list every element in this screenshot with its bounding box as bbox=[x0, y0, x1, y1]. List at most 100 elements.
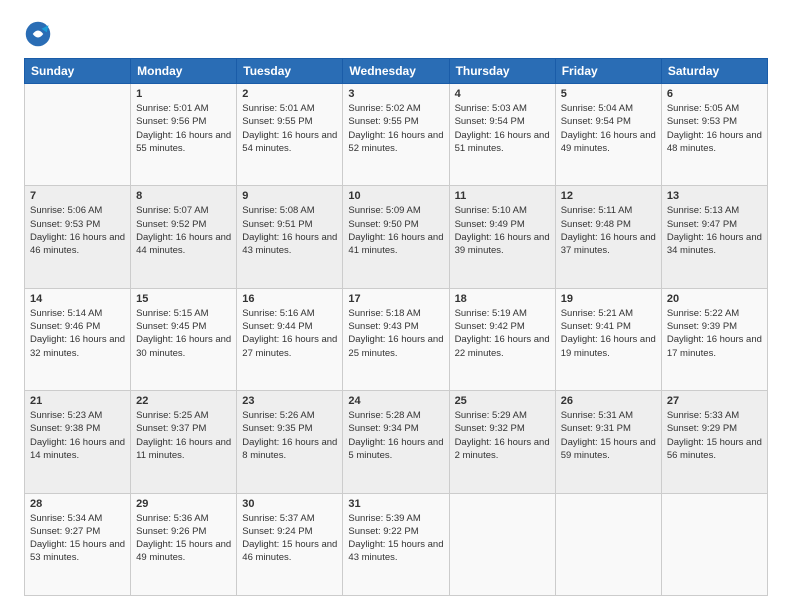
calendar-day-cell bbox=[661, 493, 767, 595]
calendar-week-row: 28 Sunrise: 5:34 AMSunset: 9:27 PMDaylig… bbox=[25, 493, 768, 595]
day-number: 25 bbox=[455, 395, 550, 407]
day-number: 24 bbox=[348, 395, 443, 407]
page: SundayMondayTuesdayWednesdayThursdayFrid… bbox=[0, 0, 792, 612]
day-number: 2 bbox=[242, 88, 337, 100]
day-detail: Sunrise: 5:21 AMSunset: 9:41 PMDaylight:… bbox=[561, 307, 656, 360]
day-number: 1 bbox=[136, 88, 231, 100]
day-number: 9 bbox=[242, 190, 337, 202]
day-number: 31 bbox=[348, 498, 443, 510]
day-of-week-header: Thursday bbox=[449, 59, 555, 84]
day-detail: Sunrise: 5:16 AMSunset: 9:44 PMDaylight:… bbox=[242, 307, 337, 360]
day-detail: Sunrise: 5:31 AMSunset: 9:31 PMDaylight:… bbox=[561, 409, 656, 462]
day-detail: Sunrise: 5:25 AMSunset: 9:37 PMDaylight:… bbox=[136, 409, 231, 462]
day-number: 12 bbox=[561, 190, 656, 202]
calendar-day-cell: 12 Sunrise: 5:11 AMSunset: 9:48 PMDaylig… bbox=[555, 186, 661, 288]
day-number: 29 bbox=[136, 498, 231, 510]
day-number: 17 bbox=[348, 293, 443, 305]
calendar: SundayMondayTuesdayWednesdayThursdayFrid… bbox=[24, 58, 768, 596]
day-number: 21 bbox=[30, 395, 125, 407]
calendar-day-cell: 30 Sunrise: 5:37 AMSunset: 9:24 PMDaylig… bbox=[237, 493, 343, 595]
day-of-week-header: Friday bbox=[555, 59, 661, 84]
calendar-day-cell: 8 Sunrise: 5:07 AMSunset: 9:52 PMDayligh… bbox=[131, 186, 237, 288]
calendar-day-cell: 3 Sunrise: 5:02 AMSunset: 9:55 PMDayligh… bbox=[343, 84, 449, 186]
day-number: 19 bbox=[561, 293, 656, 305]
day-number: 22 bbox=[136, 395, 231, 407]
day-number: 7 bbox=[30, 190, 125, 202]
day-detail: Sunrise: 5:22 AMSunset: 9:39 PMDaylight:… bbox=[667, 307, 762, 360]
calendar-day-cell: 13 Sunrise: 5:13 AMSunset: 9:47 PMDaylig… bbox=[661, 186, 767, 288]
calendar-day-cell: 14 Sunrise: 5:14 AMSunset: 9:46 PMDaylig… bbox=[25, 288, 131, 390]
calendar-week-row: 7 Sunrise: 5:06 AMSunset: 9:53 PMDayligh… bbox=[25, 186, 768, 288]
calendar-day-cell bbox=[25, 84, 131, 186]
day-of-week-header: Monday bbox=[131, 59, 237, 84]
calendar-week-row: 21 Sunrise: 5:23 AMSunset: 9:38 PMDaylig… bbox=[25, 391, 768, 493]
calendar-day-cell: 5 Sunrise: 5:04 AMSunset: 9:54 PMDayligh… bbox=[555, 84, 661, 186]
day-detail: Sunrise: 5:11 AMSunset: 9:48 PMDaylight:… bbox=[561, 204, 656, 257]
calendar-day-cell bbox=[449, 493, 555, 595]
day-number: 5 bbox=[561, 88, 656, 100]
day-detail: Sunrise: 5:13 AMSunset: 9:47 PMDaylight:… bbox=[667, 204, 762, 257]
day-number: 4 bbox=[455, 88, 550, 100]
day-number: 27 bbox=[667, 395, 762, 407]
day-detail: Sunrise: 5:33 AMSunset: 9:29 PMDaylight:… bbox=[667, 409, 762, 462]
day-number: 10 bbox=[348, 190, 443, 202]
day-number: 16 bbox=[242, 293, 337, 305]
day-number: 20 bbox=[667, 293, 762, 305]
day-of-week-header: Tuesday bbox=[237, 59, 343, 84]
day-number: 3 bbox=[348, 88, 443, 100]
day-of-week-header: Wednesday bbox=[343, 59, 449, 84]
calendar-day-cell: 7 Sunrise: 5:06 AMSunset: 9:53 PMDayligh… bbox=[25, 186, 131, 288]
calendar-day-cell: 29 Sunrise: 5:36 AMSunset: 9:26 PMDaylig… bbox=[131, 493, 237, 595]
day-number: 11 bbox=[455, 190, 550, 202]
header bbox=[24, 20, 768, 48]
day-detail: Sunrise: 5:08 AMSunset: 9:51 PMDaylight:… bbox=[242, 204, 337, 257]
day-detail: Sunrise: 5:09 AMSunset: 9:50 PMDaylight:… bbox=[348, 204, 443, 257]
calendar-day-cell: 27 Sunrise: 5:33 AMSunset: 9:29 PMDaylig… bbox=[661, 391, 767, 493]
calendar-week-row: 14 Sunrise: 5:14 AMSunset: 9:46 PMDaylig… bbox=[25, 288, 768, 390]
calendar-day-cell: 9 Sunrise: 5:08 AMSunset: 9:51 PMDayligh… bbox=[237, 186, 343, 288]
calendar-day-cell: 4 Sunrise: 5:03 AMSunset: 9:54 PMDayligh… bbox=[449, 84, 555, 186]
calendar-header-row: SundayMondayTuesdayWednesdayThursdayFrid… bbox=[25, 59, 768, 84]
logo bbox=[24, 20, 56, 48]
calendar-day-cell: 21 Sunrise: 5:23 AMSunset: 9:38 PMDaylig… bbox=[25, 391, 131, 493]
day-detail: Sunrise: 5:37 AMSunset: 9:24 PMDaylight:… bbox=[242, 512, 337, 565]
day-detail: Sunrise: 5:36 AMSunset: 9:26 PMDaylight:… bbox=[136, 512, 231, 565]
day-number: 28 bbox=[30, 498, 125, 510]
calendar-day-cell: 22 Sunrise: 5:25 AMSunset: 9:37 PMDaylig… bbox=[131, 391, 237, 493]
day-number: 18 bbox=[455, 293, 550, 305]
day-detail: Sunrise: 5:26 AMSunset: 9:35 PMDaylight:… bbox=[242, 409, 337, 462]
day-detail: Sunrise: 5:28 AMSunset: 9:34 PMDaylight:… bbox=[348, 409, 443, 462]
day-detail: Sunrise: 5:10 AMSunset: 9:49 PMDaylight:… bbox=[455, 204, 550, 257]
day-number: 30 bbox=[242, 498, 337, 510]
calendar-day-cell: 31 Sunrise: 5:39 AMSunset: 9:22 PMDaylig… bbox=[343, 493, 449, 595]
calendar-day-cell: 20 Sunrise: 5:22 AMSunset: 9:39 PMDaylig… bbox=[661, 288, 767, 390]
day-number: 8 bbox=[136, 190, 231, 202]
day-detail: Sunrise: 5:01 AMSunset: 9:55 PMDaylight:… bbox=[242, 102, 337, 155]
calendar-day-cell: 18 Sunrise: 5:19 AMSunset: 9:42 PMDaylig… bbox=[449, 288, 555, 390]
day-number: 26 bbox=[561, 395, 656, 407]
day-of-week-header: Saturday bbox=[661, 59, 767, 84]
day-detail: Sunrise: 5:06 AMSunset: 9:53 PMDaylight:… bbox=[30, 204, 125, 257]
calendar-day-cell: 2 Sunrise: 5:01 AMSunset: 9:55 PMDayligh… bbox=[237, 84, 343, 186]
day-of-week-header: Sunday bbox=[25, 59, 131, 84]
calendar-day-cell bbox=[555, 493, 661, 595]
day-detail: Sunrise: 5:23 AMSunset: 9:38 PMDaylight:… bbox=[30, 409, 125, 462]
day-detail: Sunrise: 5:04 AMSunset: 9:54 PMDaylight:… bbox=[561, 102, 656, 155]
logo-icon bbox=[24, 20, 52, 48]
day-number: 15 bbox=[136, 293, 231, 305]
calendar-day-cell: 15 Sunrise: 5:15 AMSunset: 9:45 PMDaylig… bbox=[131, 288, 237, 390]
calendar-day-cell: 23 Sunrise: 5:26 AMSunset: 9:35 PMDaylig… bbox=[237, 391, 343, 493]
day-detail: Sunrise: 5:01 AMSunset: 9:56 PMDaylight:… bbox=[136, 102, 231, 155]
day-number: 6 bbox=[667, 88, 762, 100]
day-number: 23 bbox=[242, 395, 337, 407]
day-detail: Sunrise: 5:03 AMSunset: 9:54 PMDaylight:… bbox=[455, 102, 550, 155]
calendar-day-cell: 17 Sunrise: 5:18 AMSunset: 9:43 PMDaylig… bbox=[343, 288, 449, 390]
day-number: 14 bbox=[30, 293, 125, 305]
calendar-day-cell: 6 Sunrise: 5:05 AMSunset: 9:53 PMDayligh… bbox=[661, 84, 767, 186]
day-detail: Sunrise: 5:05 AMSunset: 9:53 PMDaylight:… bbox=[667, 102, 762, 155]
calendar-day-cell: 24 Sunrise: 5:28 AMSunset: 9:34 PMDaylig… bbox=[343, 391, 449, 493]
calendar-day-cell: 16 Sunrise: 5:16 AMSunset: 9:44 PMDaylig… bbox=[237, 288, 343, 390]
calendar-day-cell: 26 Sunrise: 5:31 AMSunset: 9:31 PMDaylig… bbox=[555, 391, 661, 493]
day-detail: Sunrise: 5:18 AMSunset: 9:43 PMDaylight:… bbox=[348, 307, 443, 360]
calendar-day-cell: 1 Sunrise: 5:01 AMSunset: 9:56 PMDayligh… bbox=[131, 84, 237, 186]
